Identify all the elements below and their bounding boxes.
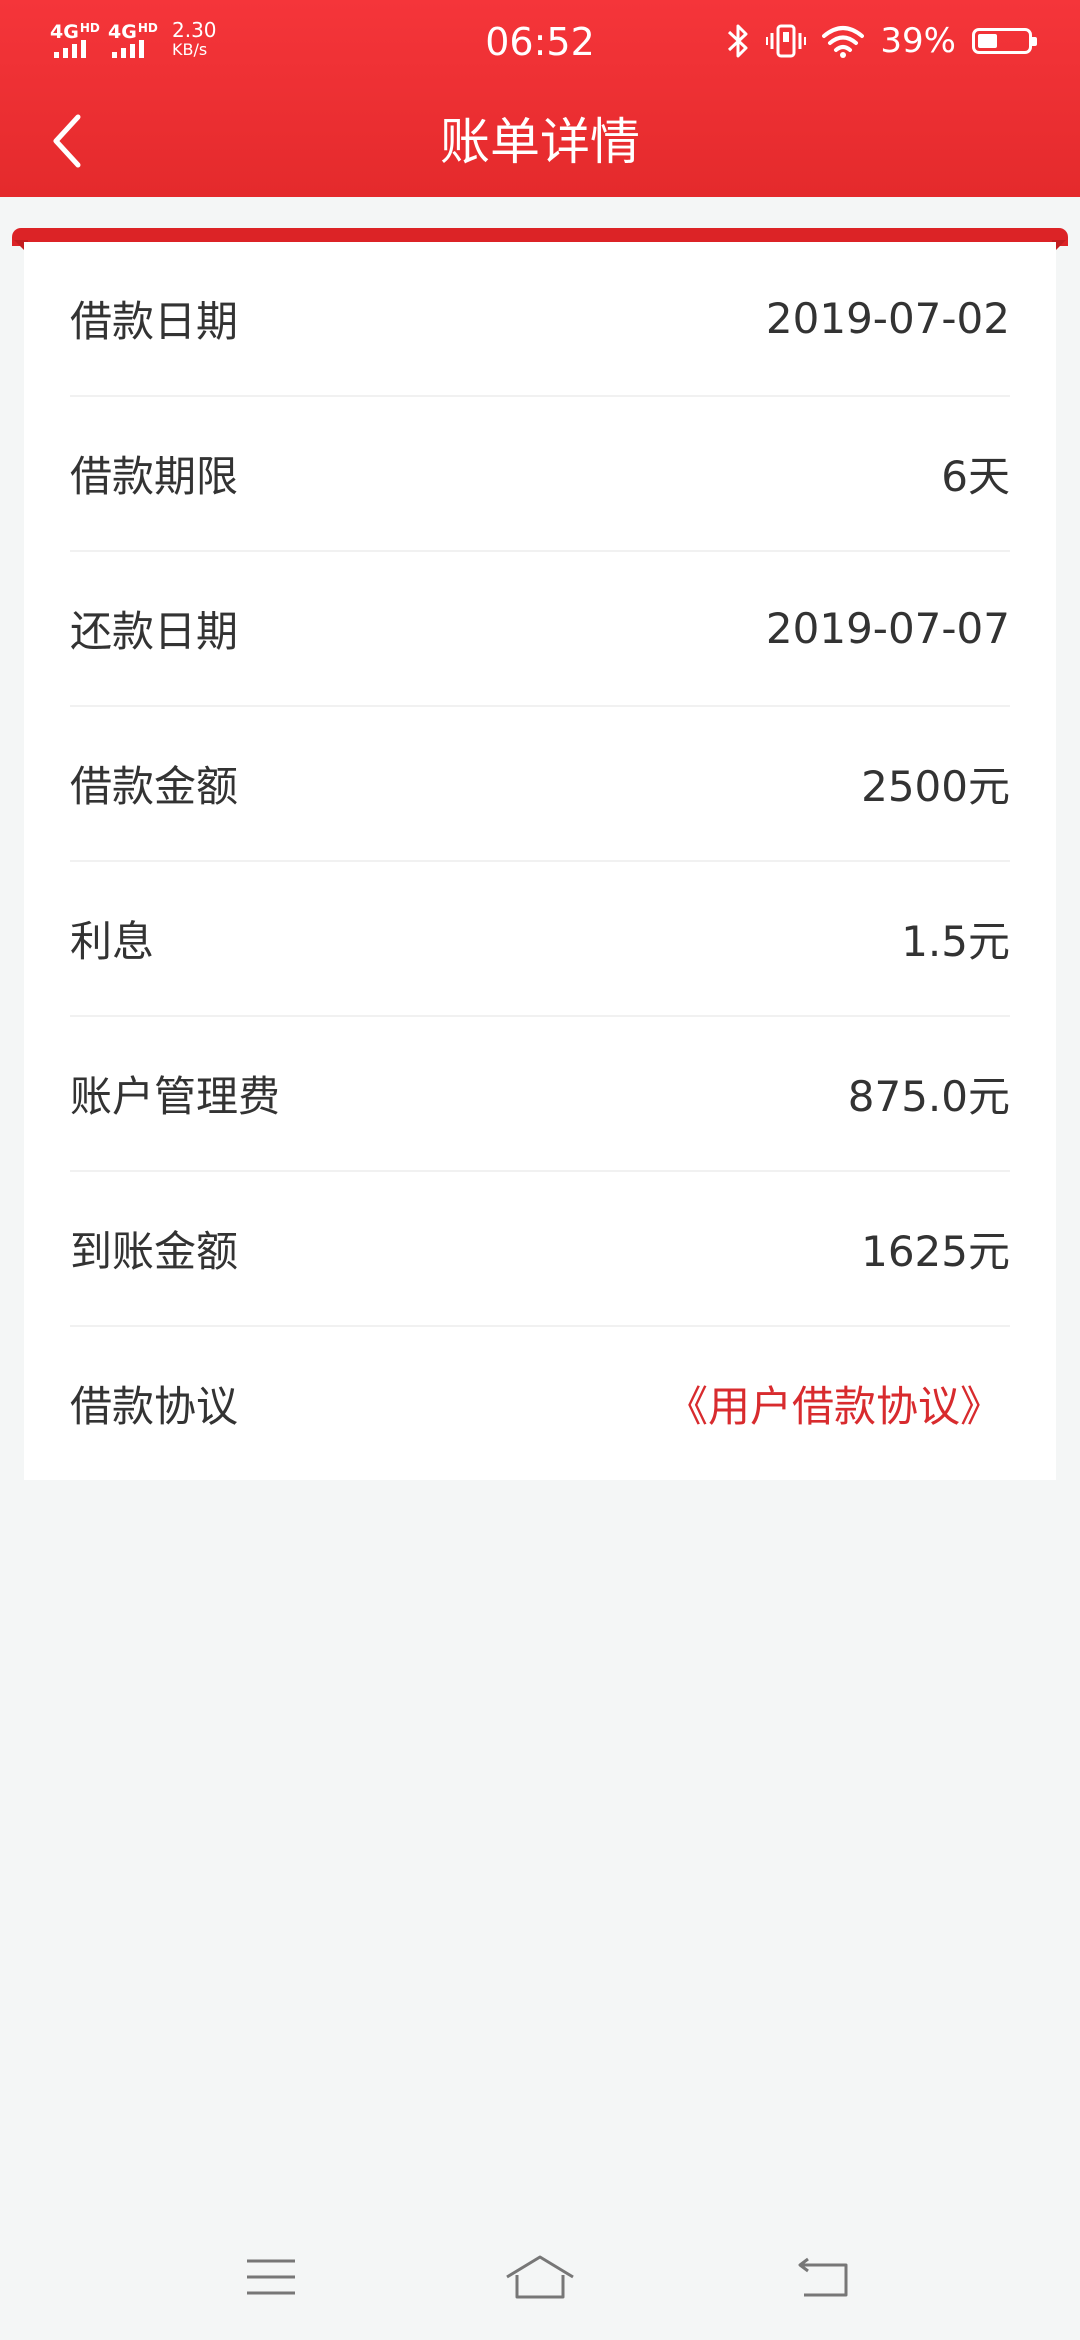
bill-detail-card: 借款日期 2019-07-02 借款期限 6天 还款日期 2019-07-07 … xyxy=(24,242,1056,1480)
row-loan-agreement: 借款协议 《用户借款协议》 xyxy=(70,1327,1010,1480)
loan-agreement-link[interactable]: 《用户借款协议》 xyxy=(666,1373,1002,1434)
row-value: 2019-07-02 xyxy=(765,294,1010,343)
nav-bar: 账单详情 xyxy=(0,84,1080,197)
row-value: 875.0元 xyxy=(847,1072,1010,1121)
row-label: 还款日期 xyxy=(70,607,239,656)
battery-level-fill xyxy=(978,34,997,48)
row-loan-term: 借款期限 6天 xyxy=(70,397,1010,552)
row-value: 1.5元 xyxy=(901,917,1010,966)
system-nav-bar xyxy=(0,2222,1080,2340)
row-label: 账户管理费 xyxy=(70,1072,281,1121)
row-label: 利息 xyxy=(70,917,155,966)
home-button[interactable] xyxy=(490,2242,590,2312)
row-received-amount: 到账金额 1625元 xyxy=(70,1172,1010,1327)
system-back-button[interactable] xyxy=(774,2242,874,2312)
row-repayment-date: 还款日期 2019-07-07 xyxy=(70,552,1010,707)
page-title: 账单详情 xyxy=(440,113,640,171)
row-loan-date: 借款日期 2019-07-02 xyxy=(70,242,1010,397)
row-value: 2500元 xyxy=(861,762,1010,811)
header: 4GHD 4GHD 2.30 KB/s 06:52 39% 账单详情 xyxy=(0,0,1080,197)
vibrate-icon xyxy=(766,24,807,58)
status-bar: 4GHD 4GHD 2.30 KB/s 06:52 39% xyxy=(0,0,1080,84)
status-icons: 39% xyxy=(710,18,1037,64)
row-label: 借款金额 xyxy=(70,762,239,811)
menu-icon xyxy=(247,2259,295,2295)
wifi-icon xyxy=(822,26,865,58)
row-value: 2019-07-07 xyxy=(765,604,1010,653)
home-icon xyxy=(506,2255,574,2299)
battery-icon xyxy=(972,28,1037,54)
row-label: 借款协议 xyxy=(70,1382,239,1431)
bluetooth-icon xyxy=(728,24,748,58)
row-value: 1625元 xyxy=(861,1227,1010,1276)
row-label: 借款期限 xyxy=(70,452,239,501)
menu-button[interactable] xyxy=(221,2242,321,2312)
back-icon xyxy=(798,2257,848,2297)
row-label: 借款日期 xyxy=(70,297,239,346)
row-loan-amount: 借款金额 2500元 xyxy=(70,707,1010,862)
row-interest: 利息 1.5元 xyxy=(70,862,1010,1017)
battery-percent: 39% xyxy=(880,21,956,61)
row-label: 到账金额 xyxy=(70,1227,239,1276)
row-value: 6天 xyxy=(941,452,1010,501)
row-management-fee: 账户管理费 875.0元 xyxy=(70,1017,1010,1172)
